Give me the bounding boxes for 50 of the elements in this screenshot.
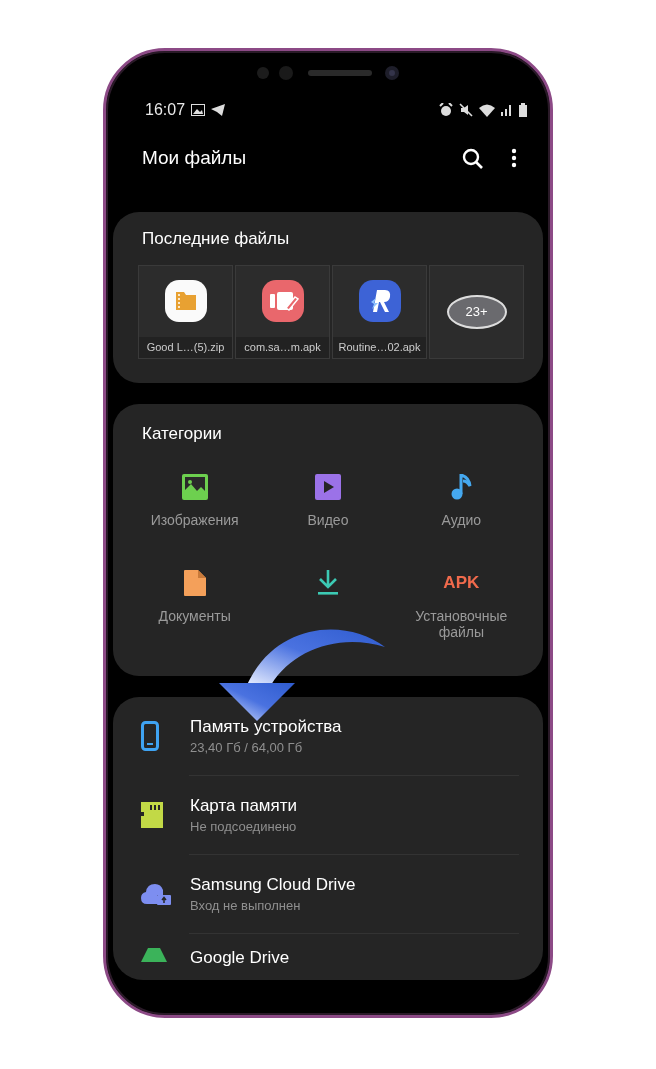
- image-icon: [191, 104, 206, 116]
- cloud-icon: [141, 882, 171, 906]
- storage-item[interactable]: Карта памяти Не подсоединено: [137, 776, 519, 855]
- video-icon: [315, 474, 341, 500]
- storage-subtitle: Не подсоединено: [190, 819, 298, 834]
- image-icon: [181, 474, 208, 500]
- category-label[interactable]: Установочные файлы: [401, 608, 522, 640]
- wifi-icon: [479, 103, 495, 117]
- sd-card-icon: [141, 802, 163, 828]
- music-note-icon: [450, 474, 473, 500]
- storage-subtitle: Вход не выполнен: [190, 898, 302, 913]
- storage-title: Память устройства: [190, 717, 342, 737]
- download-icon: [317, 570, 339, 596]
- more-files-button[interactable]: 23+: [446, 295, 507, 329]
- recent-file[interactable]: Good L…(5).zip: [138, 265, 233, 359]
- section-title: Категории: [142, 424, 223, 444]
- storage-title: Google Drive: [190, 948, 290, 968]
- routine-app-icon: [358, 280, 401, 322]
- google-drive-icon: [141, 948, 167, 962]
- storage-subtitle: 23,40 Гб / 64,00 Гб: [190, 740, 304, 755]
- signal-icon: [501, 104, 513, 116]
- mute-icon: [459, 103, 473, 117]
- document-icon: [183, 570, 206, 596]
- battery-icon: [519, 103, 527, 117]
- storage-item[interactable]: Google Drive: [137, 934, 519, 968]
- speaker-icon: [308, 70, 372, 76]
- search-button[interactable]: [462, 147, 483, 169]
- recent-file[interactable]: com.sa…m.apk: [235, 265, 330, 359]
- apk-icon: APK: [443, 573, 480, 593]
- more-options-button[interactable]: [511, 148, 517, 168]
- app-title: Мои файлы: [142, 147, 248, 169]
- storage-title: Samsung Cloud Drive: [190, 875, 356, 895]
- category-label[interactable]: Изображения: [134, 512, 255, 528]
- section-title: Последние файлы: [141, 229, 291, 249]
- search-icon: [462, 147, 483, 169]
- more-icon: [511, 148, 517, 168]
- category-label[interactable]: Видео: [268, 512, 388, 528]
- storage-item[interactable]: Samsung Cloud Drive Вход не выполнен: [137, 855, 519, 934]
- storage-title: Карта памяти: [190, 796, 298, 816]
- category-label[interactable]: Документы: [134, 608, 255, 624]
- phone-icon: [141, 721, 159, 751]
- video-editor-icon: [261, 280, 304, 322]
- sensor-icon: [256, 66, 296, 80]
- send-icon: [211, 104, 226, 116]
- alarm-icon: [439, 103, 453, 117]
- recent-file[interactable]: Routine…02.apk: [332, 265, 427, 359]
- category-label[interactable]: Аудио: [401, 512, 522, 528]
- camera-icon: [384, 65, 400, 81]
- folder-icon: [164, 280, 207, 322]
- clock-time: 16:07: [145, 101, 186, 119]
